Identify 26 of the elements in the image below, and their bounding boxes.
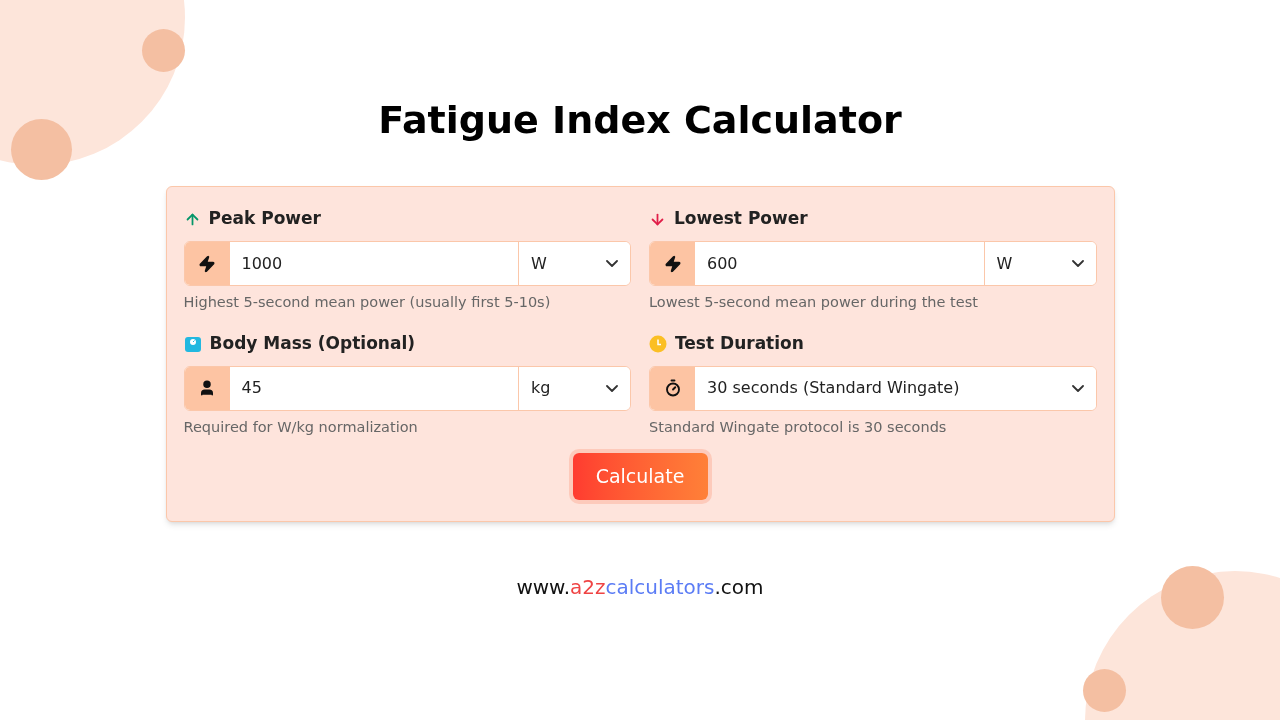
help-text: Highest 5-second mean power (usually first 5-10s): [183, 293, 552, 312]
chevron-down-icon: [606, 384, 618, 392]
scale-icon: [183, 334, 202, 353]
unit-select[interactable]: kg: [518, 366, 630, 410]
field-label: Peak Power: [208, 207, 321, 231]
unit-select[interactable]: W: [518, 242, 630, 285]
help-text: Lowest 5-second mean power during the test: [649, 293, 979, 312]
chevron-down-icon: [1071, 384, 1084, 392]
help-text: Required for W/kg normalization: [183, 417, 419, 437]
field-label: Test Duration: [675, 332, 804, 355]
person-icon: [198, 379, 216, 398]
input-group[interactable]: 45 kg: [183, 365, 631, 411]
unit-select[interactable]: W: [983, 242, 1096, 285]
input-group[interactable]: 600 W: [649, 241, 1097, 286]
bolt-icon: [663, 254, 682, 273]
chevron-down-icon: [606, 260, 618, 267]
clock-icon: [649, 334, 667, 353]
input-group[interactable]: 1000 W: [183, 241, 631, 286]
chevron-down-icon: [1071, 260, 1084, 267]
field-label: Body Mass (Optional): [209, 332, 416, 355]
website-url: www.a2zcalculators.com: [516, 574, 764, 601]
help-text: Standard Wingate protocol is 30 seconds: [649, 417, 948, 437]
field-label: Lowest Power: [674, 207, 808, 231]
bolt-icon: [198, 254, 216, 273]
stopwatch-icon: [663, 379, 682, 398]
page-title: Fatigue Index Calculator: [378, 97, 902, 144]
